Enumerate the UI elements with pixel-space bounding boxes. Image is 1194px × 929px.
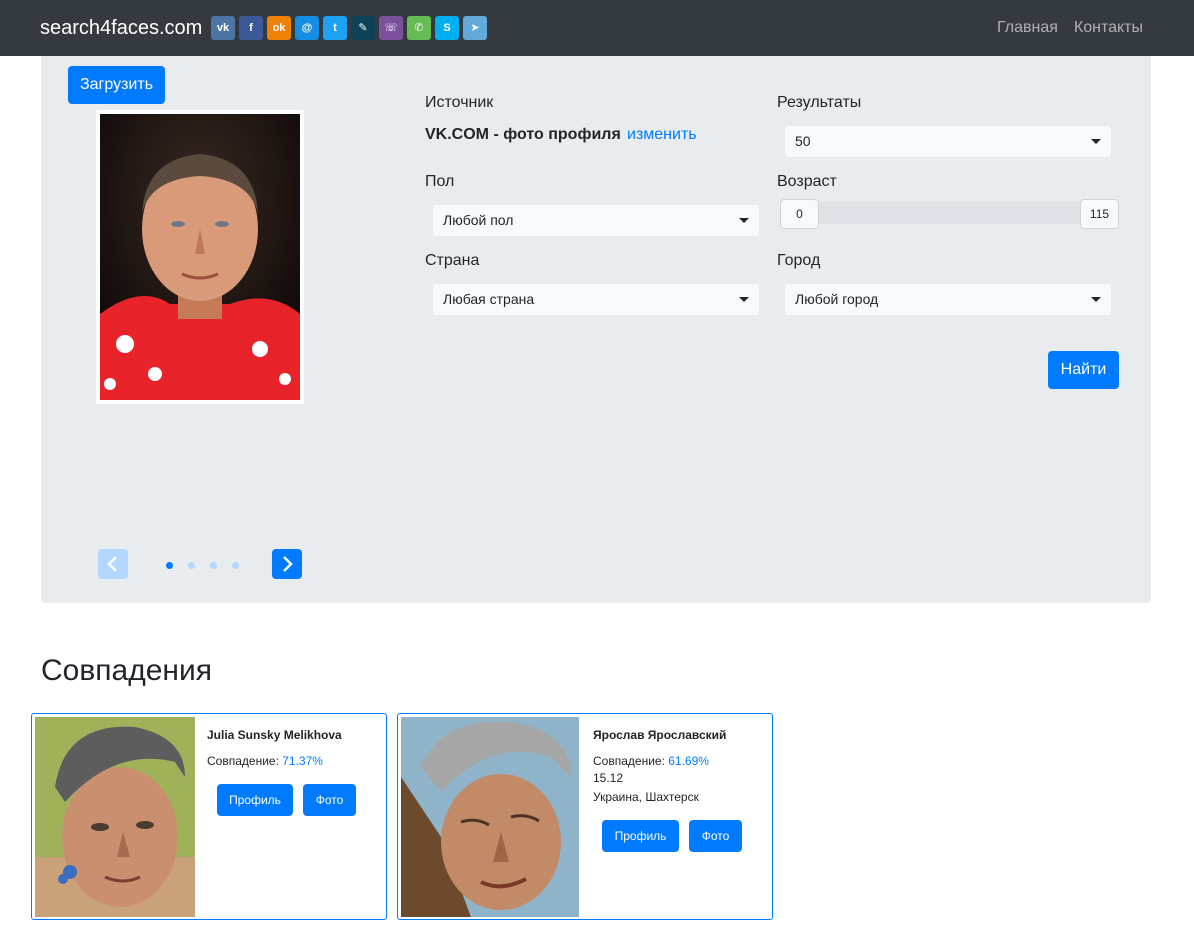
match-score-label: Совпадение: (207, 754, 283, 768)
nav-link-contacts[interactable]: Контакты (1074, 18, 1143, 38)
match-score-value: 71.37% (282, 754, 323, 768)
carousel-indicators (166, 562, 239, 569)
carousel-dot[interactable] (188, 562, 195, 569)
age-min-handle[interactable]: 0 (780, 199, 819, 229)
chevron-left-icon (107, 556, 117, 572)
country-label: Страна (425, 252, 480, 269)
carousel-prev-button[interactable] (98, 549, 128, 579)
navbar: search4faces.com vk f ok @ t ✎ ☏ ✆ S ➤ Главная Ко… (0, 0, 1194, 56)
gender-select-value: Любой пол (443, 212, 514, 228)
country-select[interactable]: Любая страна (433, 284, 759, 315)
match-name[interactable]: Julia Sunsky Melikhova (207, 727, 342, 743)
carousel-dot[interactable] (166, 562, 173, 569)
uploaded-photo-frame (96, 110, 304, 404)
carousel-dot[interactable] (232, 562, 239, 569)
match-photo (401, 717, 579, 917)
results-select-value: 50 (795, 133, 811, 149)
match-card: Ярослав Ярославский Совпадение: 61.69% 1… (397, 713, 773, 920)
chevron-down-icon (739, 297, 749, 302)
source-value: VK.COM - фото профиля (425, 126, 621, 143)
match-card: Julia Sunsky Melikhova Совпадение: 71.37… (31, 713, 387, 920)
social-share-bar: vk f ok @ t ✎ ☏ ✆ S ➤ (211, 16, 487, 40)
match-score: Совпадение: 71.37% (207, 753, 323, 769)
city-select-value: Любой город (795, 291, 879, 307)
upload-button[interactable]: Загрузить (68, 66, 165, 104)
source-label: Источник (425, 94, 494, 111)
vk-icon[interactable]: vk (211, 16, 235, 40)
match-date: 15.12 (593, 771, 624, 785)
age-max-handle[interactable]: 115 (1080, 199, 1119, 229)
gender-label: Пол (425, 173, 455, 190)
country-select-value: Любая страна (443, 291, 535, 307)
match-photo (35, 717, 195, 917)
change-source-link[interactable]: изменить (627, 125, 697, 145)
odnoklassniki-icon[interactable]: ok (267, 16, 291, 40)
city-label: Город (777, 252, 821, 269)
photo-button[interactable]: Фото (689, 820, 742, 852)
match-score: Совпадение: 61.69% (593, 753, 709, 769)
match-location: Украина, Шахтерск (593, 790, 699, 804)
age-range-track[interactable] (819, 202, 1081, 224)
nav-link-home[interactable]: Главная (997, 18, 1058, 38)
profile-button[interactable]: Профиль (217, 784, 293, 816)
viber-icon[interactable]: ☏ (379, 16, 403, 40)
find-button[interactable]: Найти (1048, 351, 1119, 389)
gender-select[interactable]: Любой пол (433, 205, 759, 236)
livejournal-icon[interactable]: ✎ (351, 16, 375, 40)
match-score-label: Совпадение: (593, 754, 669, 768)
carousel-dot[interactable] (210, 562, 217, 569)
profile-button[interactable]: Профиль (602, 820, 679, 852)
match-name[interactable]: Ярослав Ярославский (593, 727, 726, 743)
results-label: Результаты (777, 94, 862, 111)
results-select[interactable]: 50 (785, 126, 1111, 157)
telegram-icon[interactable]: ➤ (463, 16, 487, 40)
match-score-value: 61.69% (668, 754, 709, 768)
chevron-down-icon (1091, 297, 1101, 302)
photo-button[interactable]: Фото (303, 784, 356, 816)
matches-title: Совпадения (41, 654, 212, 687)
chevron-down-icon (1091, 139, 1101, 144)
skype-icon[interactable]: S (435, 16, 459, 40)
moimir-icon[interactable]: @ (295, 16, 319, 40)
city-select[interactable]: Любой город (785, 284, 1111, 315)
uploaded-photo (100, 114, 300, 400)
nav-links: Главная Контакты (997, 18, 1143, 38)
whatsapp-icon[interactable]: ✆ (407, 16, 431, 40)
carousel-next-button[interactable] (272, 549, 302, 579)
chevron-right-icon (283, 556, 293, 572)
search-panel: Загрузить Источник VK.COM - фото профиля… (41, 56, 1151, 603)
age-label: Возраст (777, 173, 837, 190)
facebook-icon[interactable]: f (239, 16, 263, 40)
twitter-icon[interactable]: t (323, 16, 347, 40)
chevron-down-icon (739, 218, 749, 223)
brand-logo[interactable]: search4faces.com (40, 16, 202, 40)
